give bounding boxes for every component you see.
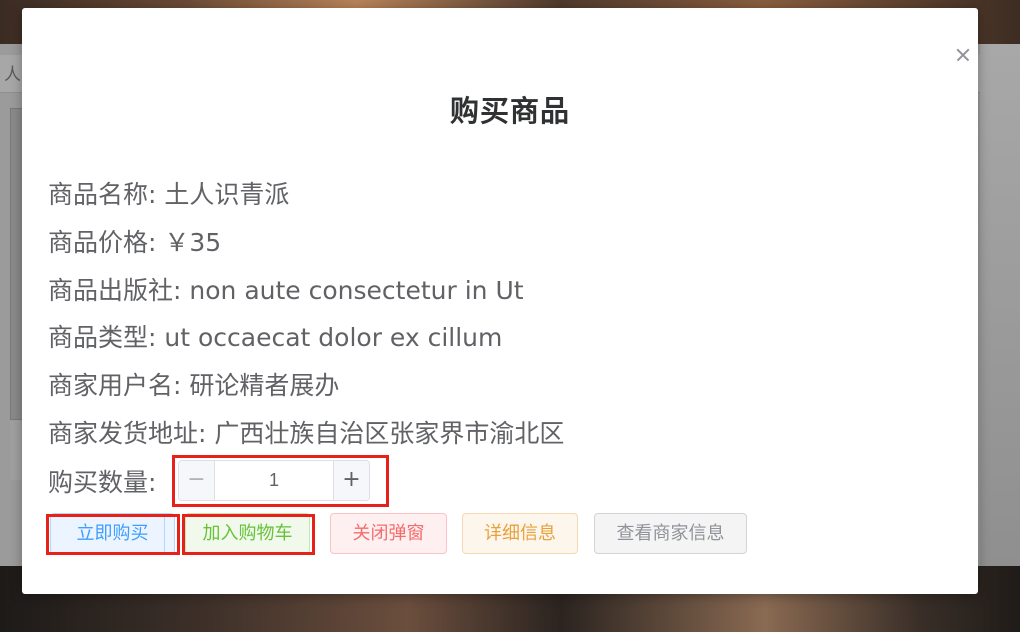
details-button[interactable]: 详细信息 xyxy=(462,513,578,554)
product-publisher-label: 商品出版社: xyxy=(48,276,182,305)
product-name-value: 土人识青派 xyxy=(164,180,290,209)
view-seller-button[interactable]: 查看商家信息 xyxy=(594,513,747,554)
buy-now-label: 立即购买 xyxy=(76,523,149,544)
product-price-label: 商品价格: xyxy=(48,228,157,257)
decrease-quantity-button[interactable]: − xyxy=(179,461,215,500)
seller-address-row: 商家发货地址: 广西壮族自治区张家界市渝北区 xyxy=(48,414,564,450)
quantity-label: 购买数量: xyxy=(48,468,157,497)
close-icon[interactable] xyxy=(952,44,974,66)
seller-username-row: 商家用户名: 研论精者展办 xyxy=(48,366,339,402)
seller-username-value: 研论精者展办 xyxy=(189,371,340,400)
quantity-stepper: − + xyxy=(178,460,370,501)
product-price-row: 商品价格: ￥35 xyxy=(48,223,221,259)
product-price-value: ￥35 xyxy=(164,228,222,257)
product-publisher-row: 商品出版社: non aute consectetur in Ut xyxy=(48,271,524,307)
close-dialog-button[interactable]: 关闭弹窗 xyxy=(330,513,447,554)
buy-now-button[interactable]: 立即购买 xyxy=(50,513,175,554)
add-to-cart-button[interactable]: 加入购物车 xyxy=(185,513,310,554)
seller-address-value: 广西壮族自治区张家界市渝北区 xyxy=(214,419,565,448)
product-type-row: 商品类型: ut occaecat dolor ex cillum xyxy=(48,318,502,354)
button-divider xyxy=(164,514,165,553)
increase-quantity-button[interactable]: + xyxy=(333,461,369,500)
seller-address-label: 商家发货地址: xyxy=(48,419,207,448)
seller-username-label: 商家用户名: xyxy=(48,371,182,400)
product-name-row: 商品名称: 土人识青派 xyxy=(48,175,289,211)
product-name-label: 商品名称: xyxy=(48,180,157,209)
dialog-title: 购买商品 xyxy=(449,94,570,128)
product-type-value: ut occaecat dolor ex cillum xyxy=(164,323,503,352)
quantity-input[interactable] xyxy=(216,461,332,500)
product-publisher-value: non aute consectetur in Ut xyxy=(189,276,524,305)
product-type-label: 商品类型: xyxy=(48,323,157,352)
